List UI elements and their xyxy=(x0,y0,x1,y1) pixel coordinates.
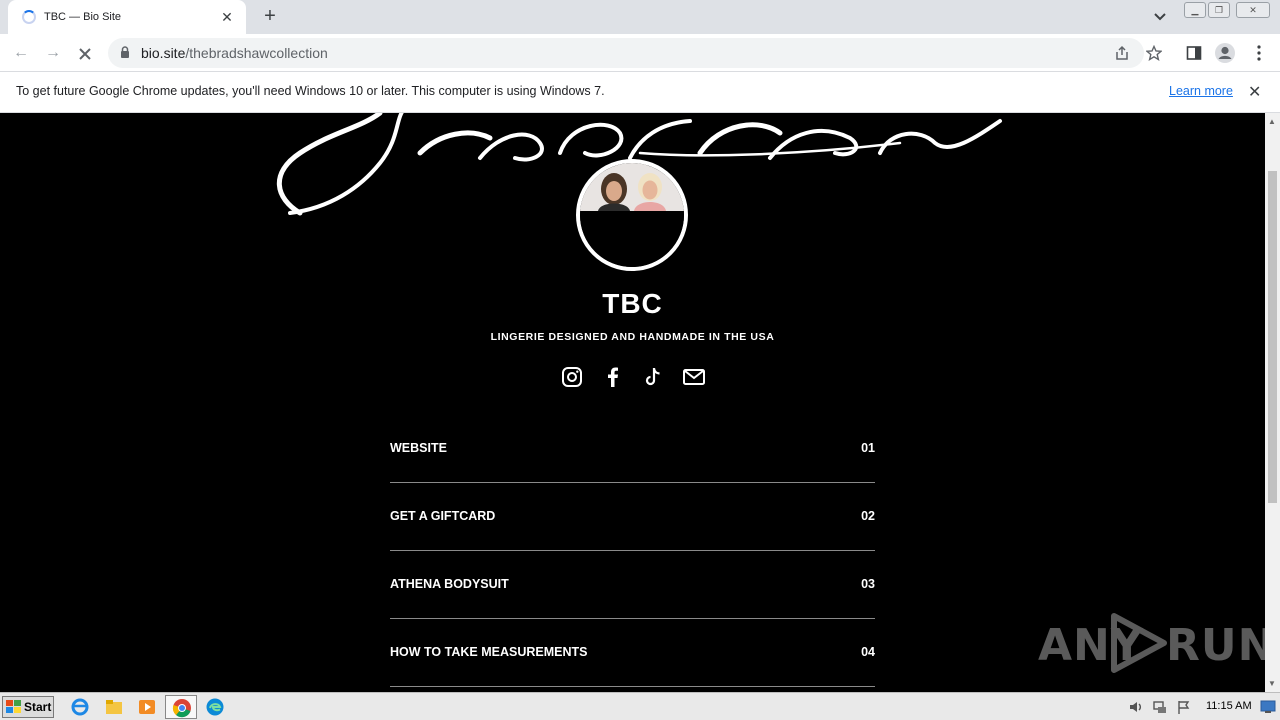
facebook-icon[interactable] xyxy=(601,365,625,389)
back-button[interactable]: ← xyxy=(10,42,32,64)
link-number: 03 xyxy=(861,576,875,591)
scroll-up-icon[interactable]: ▲ xyxy=(1268,117,1276,126)
learn-more-link[interactable]: Learn more xyxy=(1169,84,1233,98)
link-athena-bodysuit[interactable]: ATHENA BODYSUIT 03 xyxy=(390,551,875,619)
side-panel-icon[interactable] xyxy=(1186,45,1202,61)
show-desktop-icon[interactable] xyxy=(1260,700,1276,714)
stop-loading-icon[interactable] xyxy=(74,43,96,65)
browser-tab[interactable]: TBC — Bio Site ✕ xyxy=(8,0,246,34)
link-label: HOW TO TAKE MEASUREMENTS xyxy=(390,644,588,659)
instagram-icon[interactable] xyxy=(560,365,584,389)
start-label: Start xyxy=(24,700,52,714)
link-number: 02 xyxy=(861,508,875,523)
social-links xyxy=(560,365,706,391)
minimize-button[interactable]: ▁ xyxy=(1184,2,1206,18)
link-number: 04 xyxy=(861,644,875,659)
link-website[interactable]: WEBSITE 01 xyxy=(390,415,875,483)
volume-icon[interactable] xyxy=(1128,699,1144,715)
profile-avatar-icon[interactable] xyxy=(1214,42,1236,64)
more-menu-icon[interactable] xyxy=(1252,44,1266,62)
infobar-close-icon[interactable]: ✕ xyxy=(1248,82,1261,102)
tiktok-icon[interactable] xyxy=(641,365,665,389)
scrollbar-thumb[interactable] xyxy=(1268,171,1277,503)
start-button[interactable]: Start xyxy=(2,696,54,718)
new-tab-button[interactable]: + xyxy=(258,5,282,29)
forward-button[interactable]: → xyxy=(42,42,64,64)
link-measurements[interactable]: HOW TO TAKE MEASUREMENTS 04 xyxy=(390,619,875,687)
internet-explorer-icon[interactable] xyxy=(70,697,90,717)
window-close-button[interactable]: ✕ xyxy=(1236,2,1270,18)
profile-photo-image xyxy=(580,163,684,267)
share-icon[interactable] xyxy=(1114,45,1130,61)
media-player-icon[interactable] xyxy=(137,697,157,717)
link-giftcard[interactable]: GET A GIFTCARD 02 xyxy=(390,483,875,551)
tab-close-icon[interactable]: ✕ xyxy=(218,9,236,26)
windows-logo-icon xyxy=(6,700,21,713)
restore-button[interactable]: ❐ xyxy=(1208,2,1230,18)
watermark-text-right: RUN xyxy=(1166,620,1265,671)
chrome-taskbar-button[interactable] xyxy=(165,695,197,719)
bio-page: TBC LINGERIE DESIGNED AND HANDMADE IN TH… xyxy=(0,113,1265,692)
profile-avatar xyxy=(576,159,688,271)
link-number: 01 xyxy=(861,440,875,455)
url-text[interactable]: bio.site/thebradshawcollection xyxy=(141,45,328,61)
tab-search-chevron-icon[interactable] xyxy=(1150,8,1170,26)
link-label: GET A GIFTCARD xyxy=(390,508,496,523)
email-icon[interactable] xyxy=(682,365,706,389)
brand-tagline: LINGERIE DESIGNED AND HANDMADE IN THE US… xyxy=(490,331,775,343)
link-list: WEBSITE 01 GET A GIFTCARD 02 ATHENA BODY… xyxy=(390,415,875,687)
tab-title: TBC — Bio Site xyxy=(44,11,122,23)
windows-taskbar: Start 11:15 AM xyxy=(0,692,1280,720)
browser-toolbar: ← → bio.site/thebradshawcollection xyxy=(0,34,1280,72)
brand-name: TBC xyxy=(602,288,663,319)
anyrun-watermark: ANY RUN xyxy=(1038,610,1265,674)
network-icon[interactable] xyxy=(1152,699,1168,715)
link-label: WEBSITE xyxy=(390,440,447,455)
bookmark-star-icon[interactable] xyxy=(1146,45,1162,61)
system-tray xyxy=(1122,696,1280,718)
page-scrollbar[interactable]: ▲ ▼ xyxy=(1265,113,1280,692)
update-infobar: To get future Google Chrome updates, you… xyxy=(0,72,1280,113)
chrome-icon xyxy=(172,699,191,718)
play-logo-icon xyxy=(1111,613,1167,673)
infobar-message: To get future Google Chrome updates, you… xyxy=(16,84,605,98)
lock-icon[interactable] xyxy=(120,46,130,59)
file-explorer-icon[interactable] xyxy=(104,697,124,717)
action-center-flag-icon[interactable] xyxy=(1176,699,1192,715)
link-label: ATHENA BODYSUIT xyxy=(390,576,509,591)
edge-icon[interactable] xyxy=(205,697,225,717)
loading-spinner-icon xyxy=(22,10,36,24)
scroll-down-icon[interactable]: ▼ xyxy=(1268,679,1276,688)
tab-strip: TBC — Bio Site ✕ + ▁ ❐ ✕ xyxy=(0,0,1280,34)
address-bar[interactable]: bio.site/thebradshawcollection xyxy=(108,38,1144,68)
system-clock[interactable]: 11:15 AM xyxy=(1206,700,1252,712)
